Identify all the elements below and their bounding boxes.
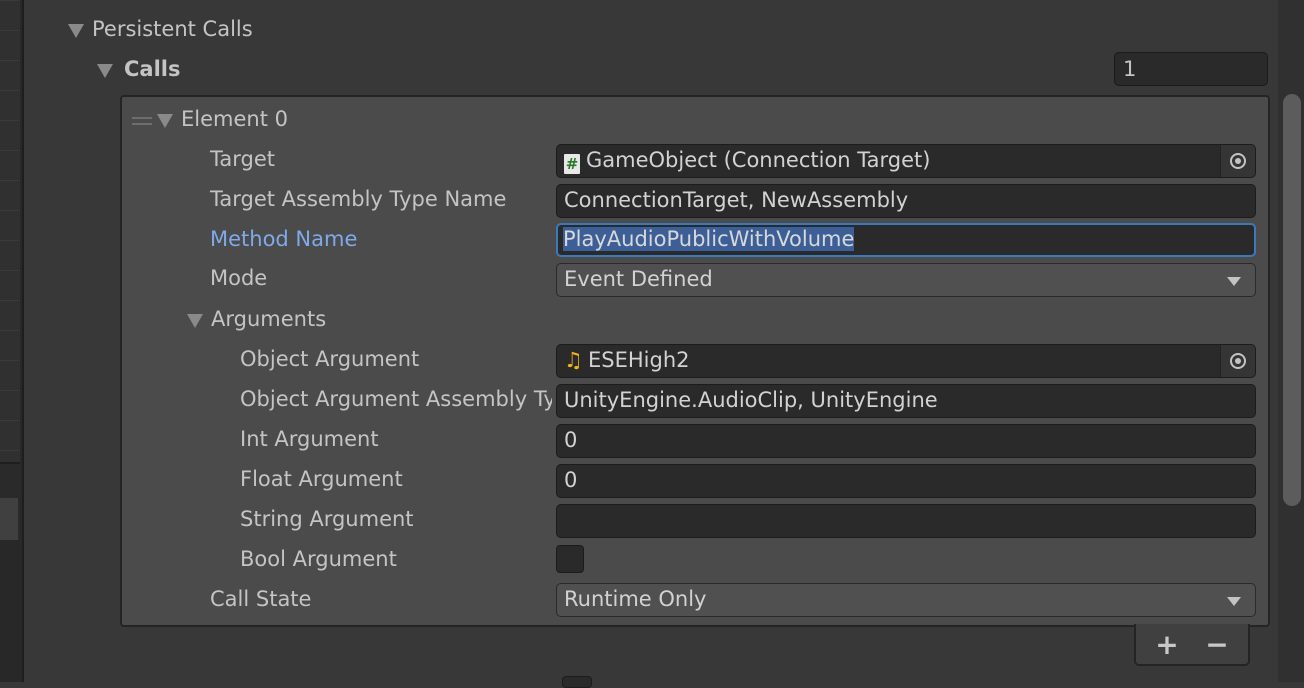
left-panel-item bbox=[0, 498, 20, 540]
object-argument-picker-button[interactable] bbox=[1220, 345, 1255, 377]
audio-clip-icon: ♫ bbox=[564, 348, 583, 372]
calls-count-field[interactable]: 1 bbox=[1114, 52, 1268, 86]
persistent-calls-label[interactable]: Persistent Calls bbox=[92, 17, 253, 41]
bool-argument-checkbox[interactable] bbox=[556, 545, 584, 573]
element-0-label[interactable]: Element 0 bbox=[181, 107, 288, 131]
method-name-selected-text: PlayAudioPublicWithVolume bbox=[563, 227, 855, 251]
target-picker-button[interactable] bbox=[1220, 145, 1255, 177]
float-argument-label: Float Argument bbox=[240, 467, 403, 491]
string-argument-field[interactable] bbox=[556, 504, 1256, 538]
arguments-foldout-icon[interactable] bbox=[187, 314, 203, 328]
scene-grid bbox=[0, 0, 20, 462]
object-argument-value: ESEHigh2 bbox=[588, 348, 690, 372]
add-element-button[interactable]: + bbox=[1147, 628, 1187, 661]
arguments-label[interactable]: Arguments bbox=[211, 307, 326, 331]
object-argument-label: Object Argument bbox=[240, 347, 420, 371]
object-picker-icon bbox=[1230, 353, 1246, 369]
calls-foldout-icon[interactable] bbox=[97, 64, 113, 78]
next-row-checkbox[interactable] bbox=[562, 676, 592, 688]
element-0-foldout-icon[interactable] bbox=[157, 114, 173, 128]
object-argument-assembly-field[interactable]: UnityEngine.AudioClip, UnityEngine bbox=[556, 384, 1256, 418]
string-argument-label: String Argument bbox=[240, 507, 414, 531]
chevron-down-icon bbox=[1227, 277, 1241, 286]
call-state-dropdown[interactable]: Runtime Only bbox=[556, 583, 1256, 617]
call-state-value: Runtime Only bbox=[564, 587, 707, 611]
int-argument-field[interactable]: 0 bbox=[556, 424, 1256, 458]
bool-argument-label: Bool Argument bbox=[240, 547, 397, 571]
float-argument-field[interactable]: 0 bbox=[556, 464, 1256, 498]
object-argument-assembly-label: Object Argument Assembly Type Name bbox=[240, 387, 552, 411]
mode-dropdown[interactable]: Event Defined bbox=[556, 263, 1256, 297]
drag-handle-icon[interactable] bbox=[132, 117, 152, 125]
remove-element-button[interactable]: − bbox=[1197, 628, 1237, 661]
scrollbar-thumb[interactable] bbox=[1283, 94, 1301, 506]
panel-divider[interactable] bbox=[22, 0, 24, 682]
script-icon: # bbox=[564, 154, 580, 174]
left-panel-header bbox=[0, 462, 20, 500]
persistent-calls-foldout-icon[interactable] bbox=[68, 24, 84, 38]
target-assembly-field[interactable]: ConnectionTarget, NewAssembly bbox=[556, 184, 1256, 218]
call-state-label: Call State bbox=[210, 587, 312, 611]
target-object-field[interactable]: # GameObject (Connection Target) bbox=[556, 144, 1256, 178]
method-name-field[interactable]: PlayAudioPublicWithVolume bbox=[556, 223, 1256, 257]
mode-label: Mode bbox=[210, 266, 268, 290]
target-value: GameObject (Connection Target) bbox=[586, 148, 931, 172]
object-argument-field[interactable]: ♫ ESEHigh2 bbox=[556, 344, 1256, 378]
target-label: Target bbox=[210, 147, 275, 171]
object-picker-icon bbox=[1230, 153, 1246, 169]
target-assembly-label: Target Assembly Type Name bbox=[210, 187, 507, 211]
int-argument-label: Int Argument bbox=[240, 427, 379, 451]
mode-value: Event Defined bbox=[564, 267, 713, 291]
calls-label[interactable]: Calls bbox=[124, 57, 180, 81]
chevron-down-icon bbox=[1227, 597, 1241, 606]
method-name-label: Method Name bbox=[210, 227, 358, 251]
